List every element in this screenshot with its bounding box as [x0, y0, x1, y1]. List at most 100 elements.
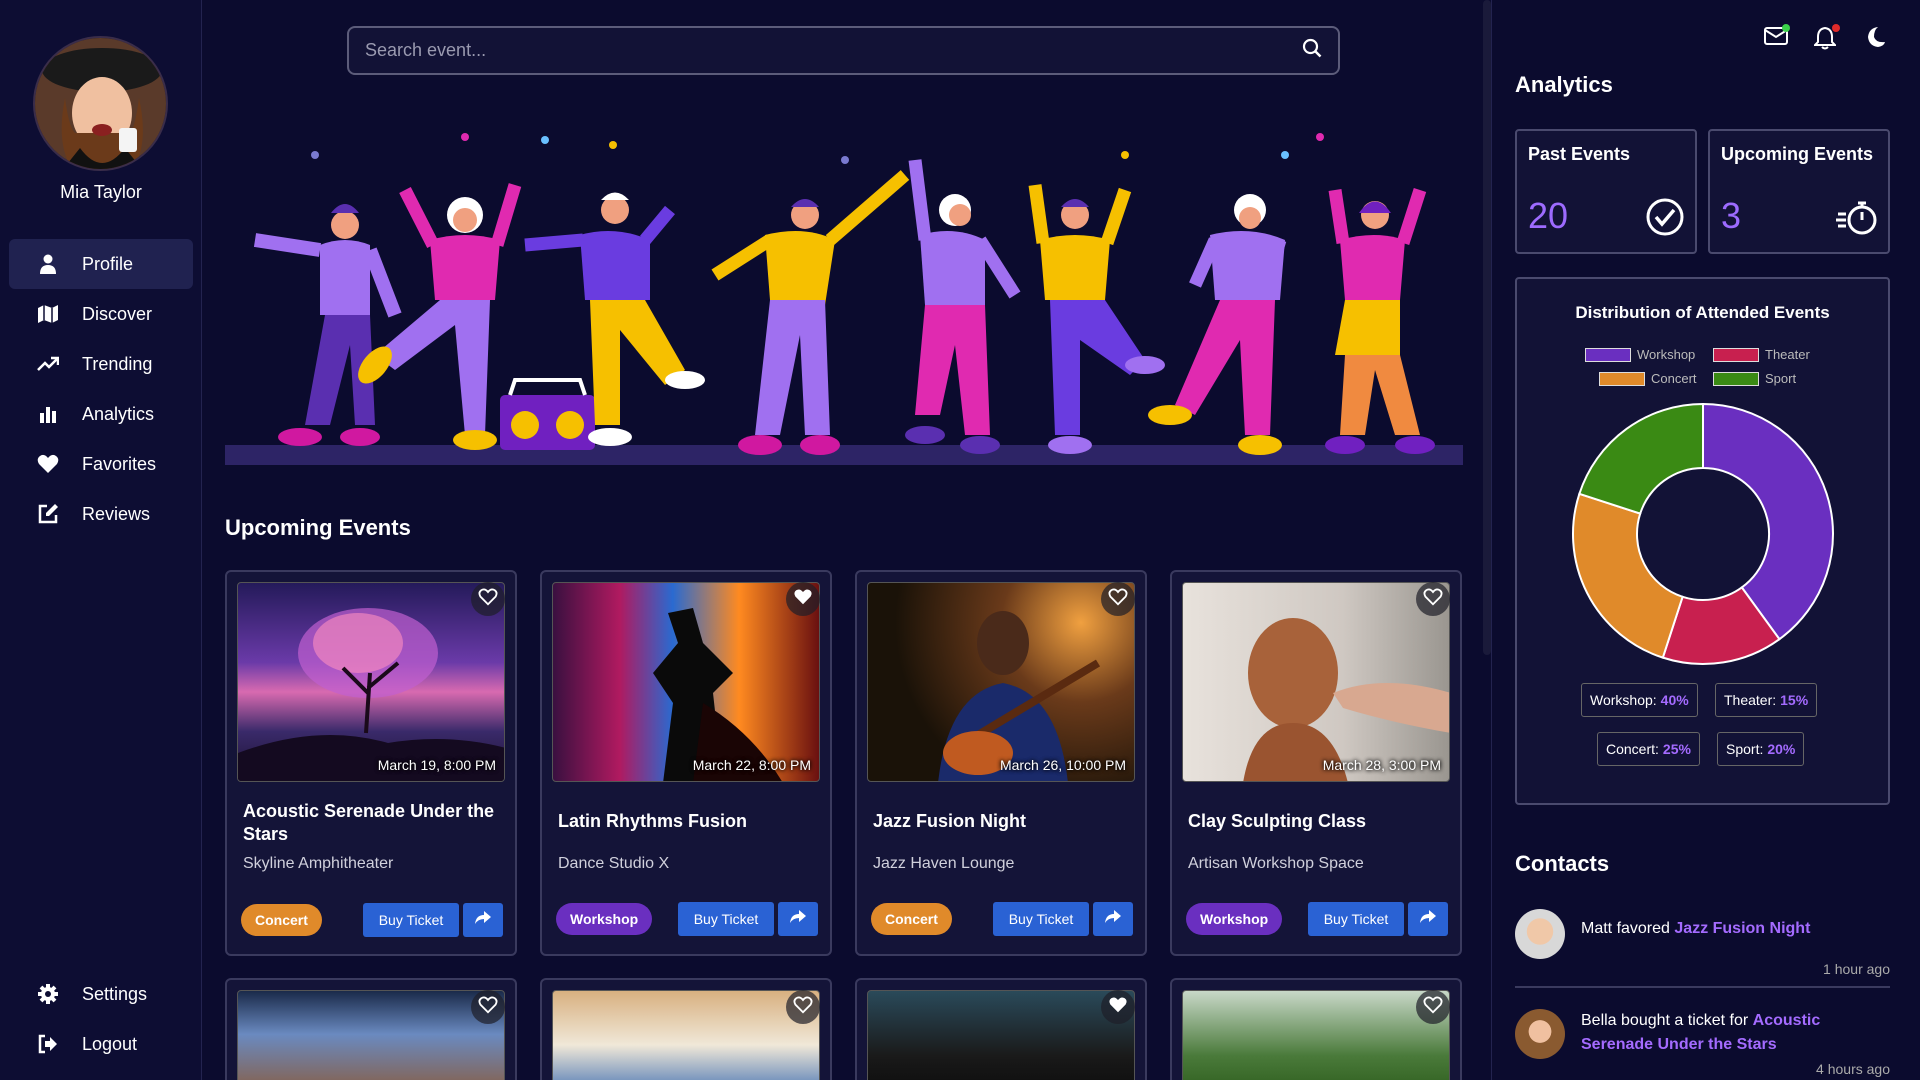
- map-icon: [37, 303, 59, 325]
- event-card[interactable]: [855, 978, 1147, 1080]
- legend-swatch: [1599, 371, 1645, 386]
- contact-avatar[interactable]: [1515, 909, 1565, 959]
- stat-value: 3: [1721, 195, 1742, 236]
- sidebar-item-favorites[interactable]: Favorites: [9, 439, 193, 489]
- event-title[interactable]: Clay Sculpting Class: [1188, 810, 1450, 833]
- event-card[interactable]: [1170, 978, 1462, 1080]
- event-card[interactable]: March 22, 8:00 PM Latin Rhythms Fusion D…: [540, 570, 832, 956]
- dancer-8: [1325, 188, 1435, 454]
- event-title[interactable]: Latin Rhythms Fusion: [558, 810, 820, 833]
- sidebar: Mia Taylor Profile Discover Trending Ana…: [0, 0, 202, 1080]
- share-button[interactable]: [778, 902, 818, 936]
- main-scrollbar[interactable]: [1483, 0, 1491, 655]
- donut-slice-sport[interactable]: [1578, 402, 1704, 515]
- search-input[interactable]: [365, 40, 1302, 61]
- event-image[interactable]: [552, 990, 820, 1080]
- legend-item[interactable]: Workshop: [1585, 347, 1695, 362]
- favorite-button[interactable]: [1101, 990, 1135, 1024]
- event-card[interactable]: March 19, 8:00 PM Acoustic Serenade Unde…: [225, 570, 517, 956]
- event-image[interactable]: March 19, 8:00 PM: [237, 582, 505, 782]
- sidebar-item-trending[interactable]: Trending: [9, 339, 193, 389]
- buy-ticket-button[interactable]: Buy Ticket: [363, 903, 459, 937]
- event-image[interactable]: [867, 990, 1135, 1080]
- buy-ticket-button[interactable]: Buy Ticket: [993, 902, 1089, 936]
- analytics-title: Analytics: [1515, 72, 1613, 97]
- favorite-button[interactable]: [471, 990, 505, 1024]
- music-notes: [311, 133, 1324, 164]
- event-image[interactable]: March 22, 8:00 PM: [552, 582, 820, 782]
- favorite-button[interactable]: [1101, 582, 1135, 616]
- heart-outline-icon: [478, 996, 498, 1019]
- event-image[interactable]: [1182, 990, 1450, 1080]
- event-image[interactable]: March 28, 3:00 PM: [1182, 582, 1450, 782]
- stat-label: Upcoming Events: [1721, 144, 1874, 164]
- favorite-button[interactable]: [786, 990, 820, 1024]
- share-button[interactable]: [463, 903, 503, 937]
- heart-outline-icon: [1423, 996, 1443, 1019]
- event-category-badge[interactable]: Concert: [241, 904, 322, 936]
- chart-value-pill: Sport:20%: [1717, 732, 1805, 766]
- contacts-title: Contacts: [1515, 851, 1610, 876]
- event-category-badge[interactable]: Workshop: [1186, 903, 1283, 935]
- activity-text: Matt favored Jazz Fusion Night: [1581, 917, 1881, 941]
- favorite-button[interactable]: [1416, 990, 1450, 1024]
- event-venue: Jazz Haven Lounge: [873, 855, 1015, 872]
- event-title[interactable]: Acoustic Serenade Under the Stars: [243, 800, 505, 846]
- contact-avatar[interactable]: [1515, 1009, 1565, 1059]
- event-title[interactable]: Jazz Fusion Night: [873, 810, 1135, 833]
- sidebar-item-settings[interactable]: Settings: [9, 969, 193, 1019]
- user-name: Mia Taylor: [60, 182, 142, 202]
- event-card[interactable]: [540, 978, 832, 1080]
- event-card[interactable]: March 26, 10:00 PM Jazz Fusion Night Jaz…: [855, 570, 1147, 956]
- event-date: March 28, 3:00 PM: [1322, 757, 1441, 773]
- event-category-badge[interactable]: Concert: [871, 903, 952, 935]
- sidebar-item-analytics[interactable]: Analytics: [9, 389, 193, 439]
- mail-icon: [1764, 27, 1788, 50]
- sidebar-item-reviews[interactable]: Reviews: [9, 489, 193, 539]
- share-icon: [790, 909, 806, 929]
- right-panel: Analytics Past Events 20 Upcoming Events…: [1491, 0, 1920, 1080]
- buy-ticket-button[interactable]: Buy Ticket: [678, 902, 774, 936]
- activity-event-link[interactable]: Jazz Fusion Night: [1674, 920, 1810, 937]
- share-icon: [1420, 909, 1436, 929]
- notifications-button[interactable]: [1812, 24, 1840, 50]
- sidebar-item-logout[interactable]: Logout: [9, 1019, 193, 1069]
- share-button[interactable]: [1408, 902, 1448, 936]
- upcoming-events-title: Upcoming Events: [225, 515, 411, 540]
- legend-item[interactable]: Theater: [1713, 347, 1810, 362]
- legend-item[interactable]: Sport: [1713, 371, 1796, 386]
- sidebar-item-discover[interactable]: Discover: [9, 289, 193, 339]
- legend-label: Concert: [1651, 371, 1697, 386]
- event-image[interactable]: March 26, 10:00 PM: [867, 582, 1135, 782]
- dark-mode-toggle[interactable]: [1864, 26, 1888, 50]
- legend-item[interactable]: Concert: [1599, 371, 1697, 386]
- buy-ticket-button[interactable]: Buy Ticket: [1308, 902, 1404, 936]
- event-venue: Dance Studio X: [558, 855, 670, 872]
- logout-icon: [37, 1033, 59, 1055]
- donut-slice-concert[interactable]: [1572, 492, 1684, 659]
- event-card[interactable]: [225, 978, 517, 1080]
- pill-value: 40%: [1660, 692, 1689, 708]
- moon-icon: [1864, 27, 1886, 52]
- favorite-button[interactable]: [1416, 582, 1450, 616]
- search-icon[interactable]: [1302, 38, 1322, 63]
- nav-menu: Profile Discover Trending Analytics Favo…: [9, 239, 193, 539]
- mail-button[interactable]: [1764, 24, 1790, 50]
- sidebar-item-label: Profile: [82, 253, 134, 274]
- avatar[interactable]: [33, 36, 168, 171]
- search-bar[interactable]: [347, 26, 1340, 75]
- event-card[interactable]: March 28, 3:00 PM Clay Sculpting Class A…: [1170, 570, 1462, 956]
- favorite-button[interactable]: [471, 582, 505, 616]
- event-category-badge[interactable]: Workshop: [556, 903, 653, 935]
- event-date: March 19, 8:00 PM: [377, 757, 496, 773]
- favorite-button[interactable]: [786, 582, 820, 616]
- legend-label: Sport: [1765, 371, 1797, 386]
- contact-activity[interactable]: Matt favored Jazz Fusion Night 1 hour ag…: [1515, 909, 1890, 979]
- legend-swatch: [1713, 347, 1759, 362]
- legend-label: Workshop: [1637, 347, 1696, 362]
- share-button[interactable]: [1093, 902, 1133, 936]
- mail-status-dot: [1782, 24, 1790, 32]
- contact-activity[interactable]: Bella bought a ticket for Acoustic Seren…: [1515, 1009, 1890, 1079]
- sidebar-item-profile[interactable]: Profile: [9, 239, 193, 289]
- event-image[interactable]: [237, 990, 505, 1080]
